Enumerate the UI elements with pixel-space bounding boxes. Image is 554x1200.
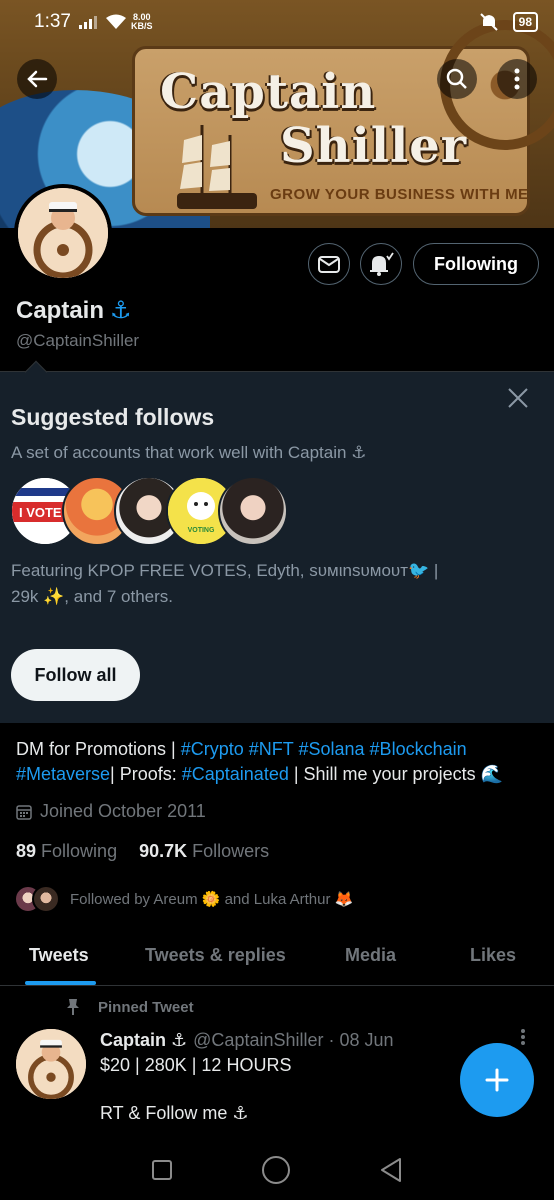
search-icon: [446, 68, 467, 89]
plus-icon: [485, 1068, 509, 1092]
featuring-line2: 29k ✨, and 7 others.: [11, 587, 173, 606]
compose-tweet-button[interactable]: [460, 1043, 534, 1117]
suggested-subtitle: A set of accounts that work well with Ca…: [11, 443, 367, 462]
banner-ship-art: [177, 125, 257, 209]
tweet-header: Captain ⚓ @CaptainShiller · 08 Jun: [100, 1030, 394, 1051]
tweet-text-line2: RT & Follow me ⚓: [100, 1103, 249, 1123]
suggested-avatar-29k[interactable]: [218, 476, 288, 546]
followed-by-avatars: [14, 885, 60, 913]
back-triangle-icon[interactable]: [379, 1157, 403, 1183]
suggested-featuring: Featuring KPOP FREE VOTES, Edyth, ѕυмιnѕ…: [11, 558, 491, 610]
tweet-text-line1: $20 | 280K | 12 HOURS: [100, 1055, 292, 1075]
tab-media[interactable]: Media: [345, 945, 396, 966]
hashtag-crypto[interactable]: #Crypto: [181, 739, 244, 759]
wifi-icon: 8.00 KB/S: [105, 13, 153, 31]
suggested-avatars[interactable]: I VOTED VOTING: [10, 476, 288, 546]
profile-handle: @CaptainShiller: [16, 331, 140, 350]
more-vertical-icon: [521, 1029, 525, 1045]
followers-label: Followers: [192, 841, 270, 861]
back-arrow-icon: [27, 70, 48, 88]
followed-by[interactable]: Followed by Areum 🌼 and Luka Arthur 🦊: [14, 885, 353, 913]
joined-date: Joined October 2011: [16, 801, 206, 822]
status-time: 1:37: [34, 11, 71, 32]
more-options-button[interactable]: [497, 59, 537, 99]
captain-avatar-art: [16, 1029, 86, 1099]
status-bar: 1:37 8.00 KB/S 98: [0, 0, 554, 44]
tweet-author-name[interactable]: Captain ⚓: [100, 1030, 187, 1051]
close-icon[interactable]: [506, 386, 530, 410]
hashtag-nft[interactable]: #NFT: [249, 739, 294, 759]
system-nav-bar: [0, 1140, 554, 1200]
profile-bio: DM for Promotions | #Crypto #NFT #Solana…: [16, 737, 541, 787]
following-button[interactable]: Following: [413, 243, 539, 285]
mute-icon: [479, 13, 498, 31]
tweet-avatar[interactable]: [16, 1029, 86, 1099]
tweet-handle-date: @CaptainShiller · 08 Jun: [193, 1030, 394, 1050]
featuring-line1: Featuring KPOP FREE VOTES, Edyth, ѕυмιnѕ…: [11, 561, 439, 580]
hashtag-blockchain[interactable]: #Blockchain: [370, 739, 467, 759]
banner-title-line2: Shiller: [280, 118, 468, 174]
mail-icon: [318, 255, 340, 273]
following-label: Following: [41, 841, 118, 861]
follow-counts: 89 Following 90.7K Followers: [16, 841, 269, 862]
profile-name-text: Captain: [16, 296, 105, 324]
tab-likes[interactable]: Likes: [470, 945, 516, 966]
suggested-avatar-label-3: VOTING: [188, 527, 215, 534]
search-button[interactable]: [437, 59, 477, 99]
more-vertical-icon: [514, 68, 520, 90]
anchor-emoji: ⚓: [110, 297, 132, 324]
banner-tagline: GROW YOUR BUSINESS WITH ME: [270, 186, 529, 203]
following-count: 89: [16, 841, 37, 861]
tab-tweets[interactable]: Tweets: [29, 945, 89, 966]
follow-all-button[interactable]: Follow all: [11, 649, 140, 701]
recents-square-icon[interactable]: [151, 1159, 173, 1181]
followers-count-link[interactable]: 90.7K Followers: [139, 841, 269, 862]
bio-text: | Proofs:: [110, 764, 182, 784]
signal-icon: [78, 15, 97, 29]
notifications-button[interactable]: [360, 243, 402, 285]
tweet-more-button[interactable]: [520, 1028, 526, 1051]
pinned-tweet-label: Pinned Tweet: [66, 998, 194, 1016]
hashtag-metaverse[interactable]: #Metaverse: [16, 764, 110, 784]
tab-tweets-replies[interactable]: Tweets & replies: [145, 945, 286, 966]
active-tab-indicator: [25, 981, 96, 985]
battery-icon: 98: [512, 12, 538, 32]
bio-text: | Shill me your projects 🌊: [288, 764, 503, 784]
suggested-follows-panel: Suggested follows A set of accounts that…: [0, 360, 554, 723]
hashtag-solana[interactable]: #Solana: [298, 739, 364, 759]
joined-text: Joined October 2011: [40, 801, 206, 821]
calendar-icon: [16, 804, 32, 820]
bio-text: DM for Promotions |: [16, 739, 181, 759]
followed-by-avatar-luka: [32, 885, 60, 913]
profile-name: Captain ⚓: [16, 296, 132, 325]
banner-title-line1: Captain: [160, 64, 377, 120]
pinned-label-text: Pinned Tweet: [98, 998, 194, 1016]
back-button[interactable]: [17, 59, 57, 99]
profile-tabs: Tweets Tweets & replies Media Likes: [0, 932, 554, 986]
followers-count: 90.7K: [139, 841, 188, 861]
pin-icon: [67, 999, 79, 1015]
message-button[interactable]: [308, 243, 350, 285]
suggested-title: Suggested follows: [11, 404, 215, 430]
bell-check-icon: [370, 252, 394, 276]
network-speed-unit: KB/S: [130, 21, 153, 31]
captain-avatar-art: [18, 188, 108, 278]
followed-by-text: Followed by Areum 🌼 and Luka Arthur 🦊: [70, 891, 354, 908]
following-count-link[interactable]: 89 Following: [16, 841, 117, 862]
hashtag-captainated[interactable]: #Captainated: [182, 764, 289, 784]
profile-avatar[interactable]: [14, 184, 112, 282]
home-circle-icon[interactable]: [261, 1155, 291, 1185]
panel-notch: [24, 360, 48, 384]
